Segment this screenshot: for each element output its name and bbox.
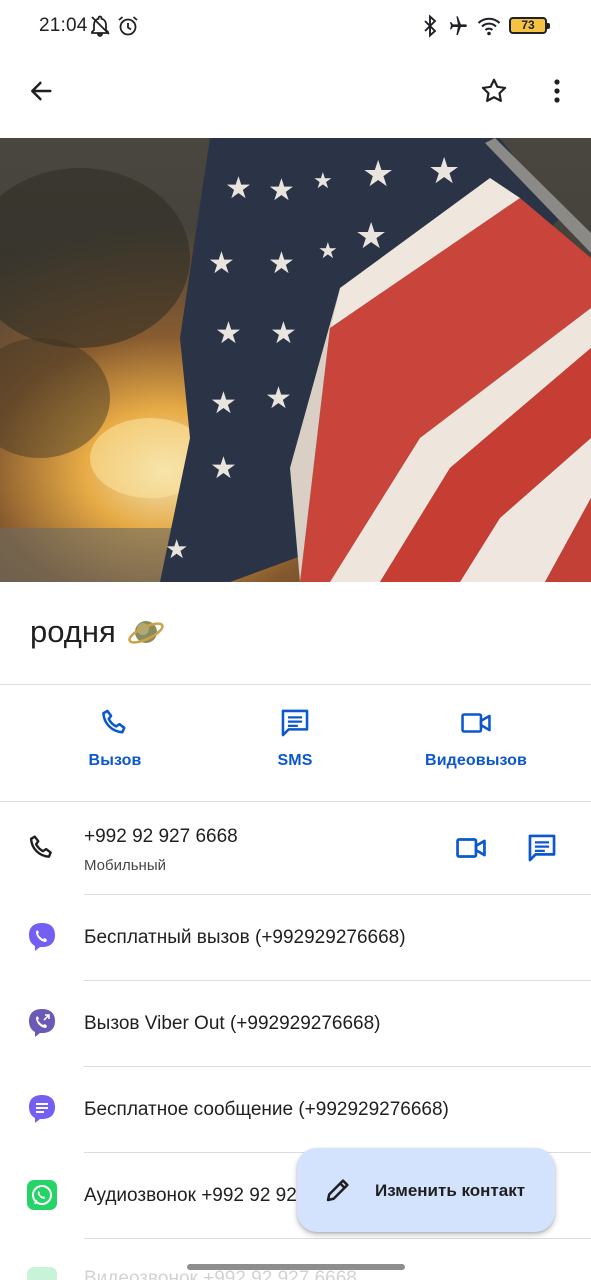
contact-name: родня — [30, 612, 166, 652]
viber-out-call-row[interactable]: Вызов Viber Out (+992929276668) — [0, 981, 591, 1066]
svg-text:★: ★ — [165, 534, 188, 564]
viber-free-call-row[interactable]: Бесплатный вызов (+992929276668) — [0, 895, 591, 980]
call-action-label: Вызов — [88, 752, 142, 769]
viber-message-label: Бесплатное сообщение (+992929276668) — [84, 1099, 449, 1120]
edit-contact-button[interactable]: Изменить контакт — [297, 1148, 555, 1232]
edit-pencil-icon — [326, 1179, 349, 1202]
viber-free-call-label: Бесплатный вызов (+992929276668) — [84, 927, 406, 948]
flag-photo-image: ★ ★ ★ ★ ★ ★ ★ ★ ★ ★ ★ ★ ★ ★ ★ — [0, 138, 591, 582]
home-indicator[interactable] — [187, 1264, 405, 1270]
phone-icon — [102, 709, 126, 734]
viber-out-call-label: Вызов Viber Out (+992929276668) — [84, 1013, 381, 1034]
svg-text:★: ★ — [362, 153, 394, 194]
svg-text:★: ★ — [428, 150, 460, 191]
app-bar — [0, 52, 591, 138]
notifications-off-icon — [88, 14, 112, 38]
viber-out-icon — [26, 1007, 58, 1039]
bluetooth-icon — [418, 14, 442, 38]
favorite-button[interactable] — [470, 67, 518, 115]
video-call-action-label: Видеовызов — [425, 752, 527, 769]
message-icon — [281, 709, 309, 737]
svg-text:★: ★ — [208, 247, 235, 280]
viber-message-row[interactable]: Бесплатное сообщение (+992929276668) — [0, 1067, 591, 1152]
svg-text:★: ★ — [270, 317, 297, 350]
contact-photo: ★ ★ ★ ★ ★ ★ ★ ★ ★ ★ ★ ★ ★ ★ ★ — [0, 138, 591, 582]
back-button[interactable] — [17, 67, 65, 115]
divider — [84, 1238, 591, 1239]
planet-ringed-icon — [128, 621, 164, 644]
star-outline-icon — [481, 78, 507, 102]
wifi-icon — [477, 14, 501, 38]
svg-text:★: ★ — [265, 382, 292, 415]
battery-icon: 73 — [509, 17, 550, 34]
status-time: 21:04 — [39, 15, 88, 36]
svg-text:★: ★ — [268, 174, 295, 207]
phone-number-row[interactable]: +992 92 927 6668 Мобильный — [0, 802, 591, 894]
svg-text:★: ★ — [210, 387, 237, 420]
arrow-back-icon — [31, 81, 52, 101]
airplane-mode-icon — [445, 14, 469, 38]
svg-text:★: ★ — [313, 168, 333, 193]
video-call-action-button[interactable]: Видеовызов — [416, 706, 536, 786]
svg-text:★: ★ — [210, 452, 237, 485]
phone-number: +992 92 927 6668 — [84, 826, 238, 847]
edit-contact-label: Изменить контакт — [375, 1181, 526, 1200]
status-bar: 21:04 73 — [0, 0, 591, 52]
battery-level: 73 — [521, 18, 535, 32]
message-icon — [528, 834, 556, 862]
whatsapp-video-icon — [26, 1266, 58, 1280]
svg-text:★: ★ — [268, 247, 295, 280]
more-options-button[interactable] — [533, 67, 581, 115]
contact-name-text: родня — [30, 614, 116, 649]
svg-text:★: ★ — [355, 215, 387, 256]
videocam-icon — [461, 713, 491, 733]
phone-video-call-button[interactable] — [447, 824, 495, 872]
phone-icon — [26, 832, 58, 864]
svg-text:★: ★ — [225, 172, 252, 205]
whatsapp-icon — [26, 1179, 58, 1211]
viber-message-icon — [26, 1093, 58, 1125]
phone-sms-button[interactable] — [518, 824, 566, 872]
sms-action-button[interactable]: SMS — [255, 706, 335, 786]
alarm-icon — [116, 14, 140, 38]
svg-text:★: ★ — [318, 238, 338, 263]
viber-call-icon — [26, 921, 58, 953]
divider — [0, 684, 591, 685]
more-vert-icon — [554, 79, 560, 103]
svg-text:★: ★ — [215, 317, 242, 350]
call-action-button[interactable]: Вызов — [75, 706, 155, 786]
phone-type: Мобильный — [84, 857, 166, 874]
videocam-icon — [456, 838, 486, 858]
sms-action-label: SMS — [277, 752, 313, 769]
